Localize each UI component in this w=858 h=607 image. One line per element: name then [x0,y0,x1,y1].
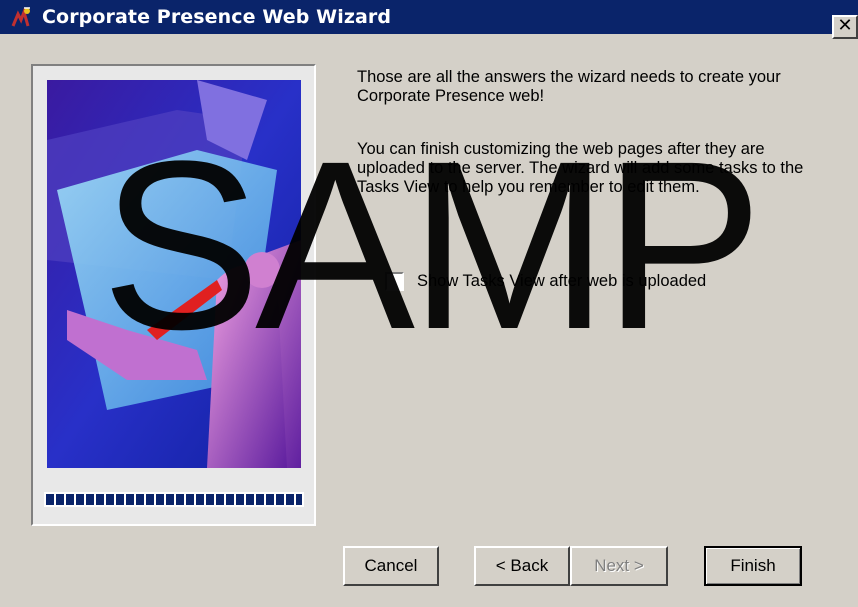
wizard-illustration [47,80,301,468]
back-button[interactable]: < Back [474,546,570,586]
window-title: Corporate Presence Web Wizard [42,6,392,28]
close-button[interactable]: ✕ [832,15,858,39]
info-paragraph: You can finish customizing the web pages… [357,140,804,196]
show-tasks-label[interactable]: Show Tasks View after web is uploaded [417,271,706,291]
intro-paragraph: Those are all the answers the wizard nee… [357,68,781,105]
wizard-app-icon [11,7,30,27]
finish-button[interactable]: Finish [704,546,802,586]
title-bar: Corporate Presence Web Wizard ✕ [0,0,858,39]
progress-bar [44,492,304,507]
next-button[interactable]: Next > [570,546,668,586]
show-tasks-checkbox[interactable] [385,272,404,291]
wizard-image-panel [31,64,316,526]
cancel-button[interactable]: Cancel [343,546,439,586]
